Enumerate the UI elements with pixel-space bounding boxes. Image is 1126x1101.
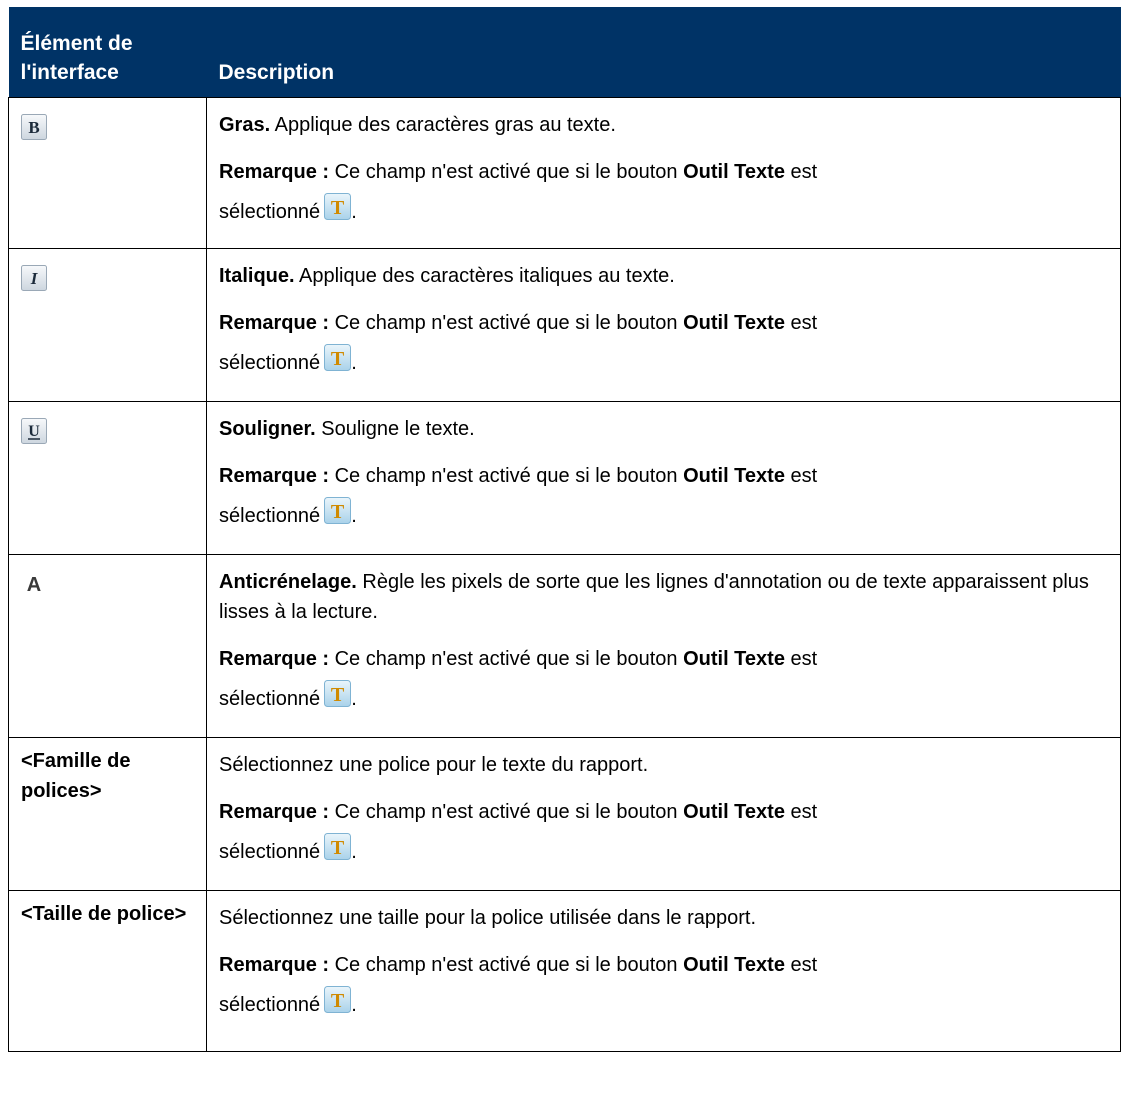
table-row: <Taille de police> Sélectionnez une tail… — [8, 889, 1121, 1052]
text-tool-icon: T — [324, 343, 352, 371]
table-row: B Gras. Applique des caractères gras au … — [8, 96, 1121, 249]
svg-text:T: T — [331, 197, 345, 219]
row-note: Remarque : Ce champ n'est activé que si … — [219, 800, 818, 863]
row-note: Remarque : Ce champ n'est activé que si … — [219, 160, 818, 223]
row-note: Remarque : Ce champ n'est activé que si … — [219, 464, 818, 527]
row-note: Remarque : Ce champ n'est activé que si … — [219, 311, 818, 374]
row-title: Gras. — [219, 113, 271, 136]
svg-text:U: U — [28, 423, 40, 440]
text-tool-icon: T — [324, 192, 352, 220]
row-note: Remarque : Ce champ n'est activé que si … — [219, 647, 818, 710]
svg-text:T: T — [331, 990, 345, 1012]
text-tool-icon: T — [324, 985, 352, 1013]
header-ui-element: Élément de l'interface — [8, 7, 207, 97]
row-title: Souligner. — [219, 417, 316, 440]
svg-text:T: T — [331, 684, 345, 706]
text-tool-icon: T — [324, 832, 352, 860]
header-description: Description — [206, 7, 1121, 97]
svg-text:T: T — [331, 837, 345, 859]
table-row: U Souligner. Souligne le texte. Remarque… — [8, 400, 1121, 555]
row-note: Remarque : Ce champ n'est activé que si … — [219, 953, 818, 1016]
underline-icon: U — [21, 417, 47, 444]
table-header-row: Élément de l'interface Description — [8, 7, 1121, 97]
row-description: Applique des caractères gras au texte. — [274, 113, 616, 136]
svg-text:A: A — [27, 574, 41, 596]
row-title: Italique. — [219, 264, 295, 287]
ui-elements-table: Élément de l'interface Description B Gra… — [8, 7, 1121, 1052]
row-title: Anticrénelage. — [219, 570, 357, 593]
table-row: I Italique. Applique des caractères ital… — [8, 247, 1121, 402]
text-tool-icon: T — [324, 679, 352, 707]
table-row: <Famille de polices> Sélectionnez une po… — [8, 736, 1121, 891]
bold-icon: B — [21, 113, 47, 140]
row-element-name: <Famille de polices> — [21, 749, 131, 802]
row-description: Souligne le texte. — [321, 417, 475, 440]
svg-text:B: B — [28, 118, 39, 137]
svg-text:T: T — [331, 348, 345, 370]
row-description: Sélectionnez une taille pour la police u… — [219, 906, 757, 929]
row-element-name: <Taille de police> — [21, 902, 187, 925]
text-tool-icon: T — [324, 496, 352, 524]
row-description: Applique des caractères italiques au tex… — [299, 264, 675, 287]
italic-icon: I — [21, 264, 47, 291]
svg-text:T: T — [331, 501, 345, 523]
row-description: Sélectionnez une police pour le texte du… — [219, 753, 649, 776]
antialias-icon: A — [27, 574, 41, 596]
table-row: A Anticrénelage. Règle les pixels de sor… — [8, 553, 1121, 738]
